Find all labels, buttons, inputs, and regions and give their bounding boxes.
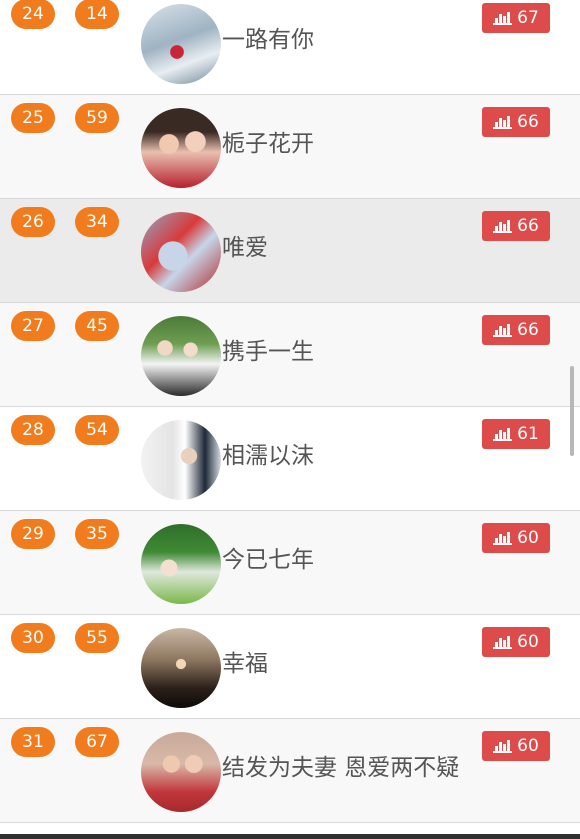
rank-badge: 30: [11, 623, 55, 653]
bar-chart-icon: [493, 220, 513, 233]
bar-chart-icon: [493, 740, 513, 753]
rank-badge: 31: [11, 727, 55, 757]
list-item[interactable]: 29 35 今已七年 60: [0, 511, 580, 615]
list-item[interactable]: 24 14 一路有你 67: [0, 0, 580, 95]
entry-number-badge: 45: [75, 311, 119, 341]
vote-count: 60: [517, 632, 539, 652]
entry-number-badge: 67: [75, 727, 119, 757]
avatar[interactable]: [141, 212, 221, 292]
entry-name[interactable]: 唯爱: [222, 231, 472, 265]
entry-number-badge: 55: [75, 623, 119, 653]
entry-name[interactable]: 今已七年: [222, 543, 472, 577]
entry-name[interactable]: 幸福: [222, 647, 472, 681]
avatar[interactable]: [141, 732, 221, 812]
vote-count-button[interactable]: 67: [482, 3, 550, 33]
rank-badge: 29: [11, 519, 55, 549]
vote-count: 66: [517, 216, 539, 236]
vote-count-button[interactable]: 66: [482, 211, 550, 241]
rank-badge: 25: [11, 103, 55, 133]
vote-count-button[interactable]: 60: [482, 731, 550, 761]
vote-count: 60: [517, 736, 539, 756]
vote-count-button[interactable]: 60: [482, 523, 550, 553]
avatar[interactable]: [141, 4, 221, 84]
bottom-bar: [0, 834, 580, 839]
list-item[interactable]: 26 34 唯爱 66: [0, 199, 580, 303]
vote-count-button[interactable]: 60: [482, 627, 550, 657]
avatar[interactable]: [141, 524, 221, 604]
vote-count: 66: [517, 320, 539, 340]
entry-number-badge: 34: [75, 207, 119, 237]
list-item[interactable]: 31 67 结发为夫妻 恩爱两不疑 60: [0, 719, 580, 823]
vote-count: 66: [517, 112, 539, 132]
list-item[interactable]: 27 45 携手一生 66: [0, 303, 580, 407]
entry-name[interactable]: 一路有你: [222, 23, 472, 57]
avatar[interactable]: [141, 628, 221, 708]
entry-name[interactable]: 结发为夫妻 恩爱两不疑: [222, 751, 472, 785]
entry-number-badge: 35: [75, 519, 119, 549]
vote-count-button[interactable]: 66: [482, 315, 550, 345]
bar-chart-icon: [493, 324, 513, 337]
list-item[interactable]: 30 55 幸福 60: [0, 615, 580, 719]
bar-chart-icon: [493, 428, 513, 441]
rank-badge: 27: [11, 311, 55, 341]
avatar[interactable]: [141, 108, 221, 188]
entry-number-badge: 14: [75, 0, 119, 29]
avatar[interactable]: [141, 316, 221, 396]
scrollbar[interactable]: [570, 366, 574, 456]
entry-name[interactable]: 相濡以沫: [222, 439, 472, 473]
rank-badge: 24: [11, 0, 55, 29]
vote-count-button[interactable]: 61: [482, 419, 550, 449]
bar-chart-icon: [493, 636, 513, 649]
entry-name[interactable]: 携手一生: [222, 335, 472, 369]
entry-number-badge: 59: [75, 103, 119, 133]
list-item[interactable]: 25 59 栀子花开 66: [0, 95, 580, 199]
avatar[interactable]: [141, 420, 221, 500]
vote-count: 67: [517, 8, 539, 28]
ranking-list: 24 14 一路有你 67 25 59 栀子花开 66 26 34 唯爱 66 27 45 携手一生 66 28…: [0, 0, 580, 823]
bar-chart-icon: [493, 532, 513, 545]
vote-count: 60: [517, 528, 539, 548]
rank-badge: 28: [11, 415, 55, 445]
rank-badge: 26: [11, 207, 55, 237]
bar-chart-icon: [493, 116, 513, 129]
bar-chart-icon: [493, 12, 513, 25]
entry-name[interactable]: 栀子花开: [222, 127, 472, 161]
vote-count-button[interactable]: 66: [482, 107, 550, 137]
vote-count: 61: [517, 424, 539, 444]
entry-number-badge: 54: [75, 415, 119, 445]
list-item[interactable]: 28 54 相濡以沫 61: [0, 407, 580, 511]
